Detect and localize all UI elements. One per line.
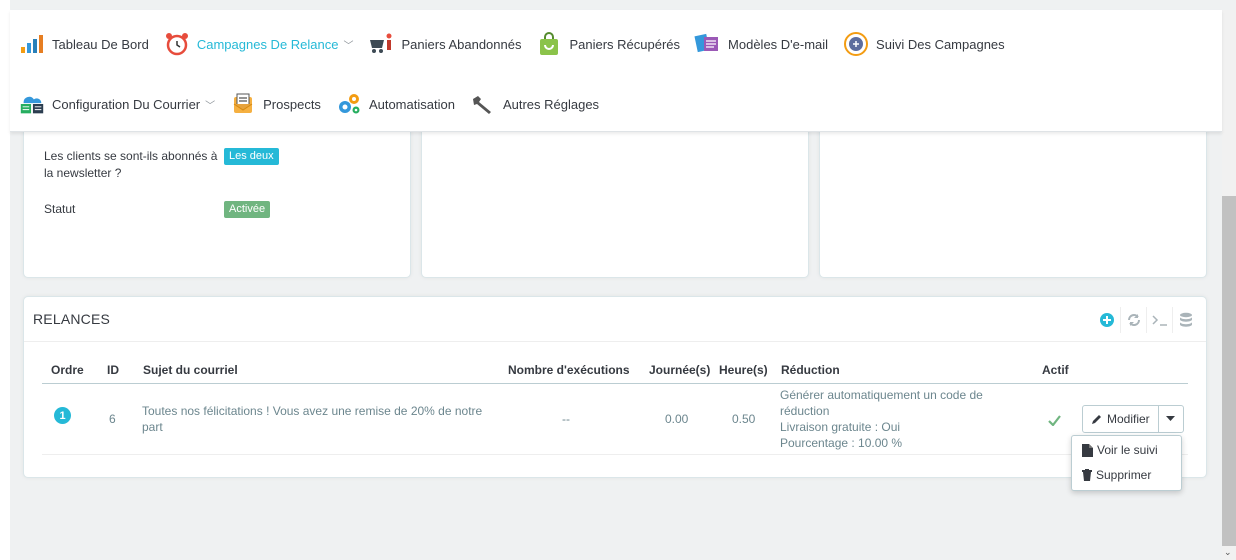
nav-label: Paniers Récupérés bbox=[569, 36, 681, 52]
nav-label: Paniers Abandonnés bbox=[401, 36, 522, 52]
terminal-icon[interactable] bbox=[1146, 307, 1172, 333]
col-header-hours[interactable]: Heure(s) bbox=[719, 363, 768, 377]
gears-icon bbox=[335, 91, 363, 117]
nav-item-campaign-tracking[interactable]: Suivi Des Campagnes bbox=[842, 31, 1005, 57]
order-badge[interactable]: 1 bbox=[54, 407, 71, 424]
scroll-down-icon[interactable]: ⌄ bbox=[1224, 547, 1232, 558]
panel-title: RELANCES bbox=[33, 311, 111, 327]
reduction-line: Pourcentage : 10.00 % bbox=[780, 436, 903, 450]
nav-label: Campagnes De Relance bbox=[196, 36, 339, 52]
bar-chart-icon bbox=[18, 31, 46, 57]
table-header-divider bbox=[42, 383, 1188, 384]
col-header-reduction[interactable]: Réduction bbox=[781, 363, 840, 377]
edit-button[interactable]: Modifier bbox=[1083, 406, 1159, 432]
info-card-right bbox=[819, 118, 1207, 278]
database-icon[interactable] bbox=[1172, 307, 1198, 333]
chevron-down-icon: ﹀ bbox=[205, 100, 216, 112]
status-label: Statut bbox=[44, 202, 76, 216]
caret-down-icon[interactable] bbox=[1159, 406, 1183, 432]
wrench-icon bbox=[469, 91, 497, 117]
newsletter-label: Les clients se sont-ils abonnés à la new… bbox=[44, 149, 218, 180]
nav-item-abandoned-carts[interactable]: Paniers Abandonnés bbox=[367, 31, 521, 57]
edit-label: Modifier bbox=[1107, 412, 1150, 426]
nav-label: Autres Réglages bbox=[502, 96, 600, 112]
cell-id: 6 bbox=[109, 412, 116, 426]
cell-days: 0.00 bbox=[665, 412, 689, 426]
mail-server-icon bbox=[18, 91, 46, 117]
file-icon bbox=[1082, 443, 1093, 457]
envelope-icon bbox=[229, 91, 257, 117]
email-template-icon bbox=[694, 31, 722, 57]
cart-person-icon bbox=[367, 31, 395, 57]
nav-item-recovered-carts[interactable]: Paniers Récupérés bbox=[535, 31, 680, 57]
nav-item-prospects[interactable]: Prospects bbox=[229, 91, 321, 117]
refresh-icon[interactable] bbox=[1120, 307, 1146, 333]
view-tracking-item[interactable]: Voir le suivi bbox=[1082, 443, 1158, 457]
reduction-line: Générer automatiquement un code de réduc… bbox=[780, 388, 983, 418]
delete-item[interactable]: Supprimer bbox=[1082, 468, 1151, 482]
col-header-active[interactable]: Actif bbox=[1042, 363, 1069, 377]
nav-label: Configuration Du Courrier bbox=[52, 96, 201, 112]
panel-toolbar bbox=[1094, 307, 1198, 333]
col-header-order[interactable]: Ordre bbox=[51, 363, 84, 377]
panel-divider bbox=[24, 341, 1206, 342]
nav-item-email-templates[interactable]: Modèles D'e-mail bbox=[694, 31, 828, 57]
trash-icon bbox=[1082, 469, 1092, 481]
pencil-icon bbox=[1092, 415, 1101, 424]
campaign-info-card: Les clients se sont-ils abonnés à la new… bbox=[23, 118, 411, 278]
nav-label: Suivi Des Campagnes bbox=[876, 36, 1005, 52]
nav-item-mail-config[interactable]: Configuration Du Courrier ﹀ bbox=[18, 91, 215, 117]
nav-row-secondary: Configuration Du Courrier ﹀ Prospects Au… bbox=[18, 86, 613, 122]
nav-label: Prospects bbox=[263, 96, 321, 112]
cell-reduction: Générer automatiquement un code de réduc… bbox=[780, 387, 1005, 451]
table-row-divider bbox=[42, 454, 1188, 455]
nav-label: Modèles D'e-mail bbox=[728, 36, 829, 52]
tracking-icon bbox=[842, 31, 870, 57]
nav-item-other-settings[interactable]: Autres Réglages bbox=[469, 91, 599, 117]
nav-item-dashboard[interactable]: Tableau De Bord bbox=[18, 31, 149, 57]
row-actions: Modifier bbox=[1082, 405, 1184, 433]
info-card-middle bbox=[421, 118, 809, 278]
col-header-days[interactable]: Journée(s) bbox=[649, 363, 710, 377]
view-tracking-label: Voir le suivi bbox=[1097, 443, 1158, 457]
check-icon[interactable] bbox=[1048, 413, 1061, 431]
status-badge: Activée bbox=[224, 201, 271, 218]
col-header-id[interactable]: ID bbox=[107, 363, 119, 377]
reminders-panel: RELANCES Ordre ID Sujet du courriel Nomb… bbox=[23, 296, 1207, 478]
nav-label: Tableau De Bord bbox=[52, 36, 149, 52]
nav-item-automation[interactable]: Automatisation bbox=[335, 91, 455, 117]
scrollbar-thumb[interactable] bbox=[1222, 196, 1236, 546]
reduction-line: Livraison gratuite : Oui bbox=[780, 420, 901, 434]
nav-row-primary: Tableau De Bord Campagnes De Relance ﹀ P… bbox=[18, 26, 1019, 62]
left-gutter bbox=[0, 0, 10, 560]
delete-label: Supprimer bbox=[1096, 468, 1152, 482]
col-header-subject[interactable]: Sujet du courriel bbox=[143, 363, 238, 377]
shopping-bag-icon bbox=[535, 31, 563, 57]
newsletter-badge: Les deux bbox=[224, 148, 279, 165]
col-header-executions[interactable]: Nombre d'exécutions bbox=[508, 363, 630, 377]
add-icon[interactable] bbox=[1094, 307, 1120, 333]
nav-label: Automatisation bbox=[368, 96, 455, 112]
cell-executions: -- bbox=[562, 412, 570, 426]
cell-subject: Toutes nos félicitations ! Vous avez une… bbox=[142, 404, 483, 434]
chevron-down-icon: ﹀ bbox=[343, 40, 354, 52]
top-navigation: Tableau De Bord Campagnes De Relance ﹀ P… bbox=[10, 10, 1222, 132]
alarm-clock-icon bbox=[163, 31, 191, 57]
row-actions-dropdown: Voir le suivi Supprimer bbox=[1071, 435, 1182, 491]
nav-item-campaigns[interactable]: Campagnes De Relance ﹀ bbox=[163, 31, 354, 57]
cell-hours: 0.50 bbox=[732, 412, 756, 426]
